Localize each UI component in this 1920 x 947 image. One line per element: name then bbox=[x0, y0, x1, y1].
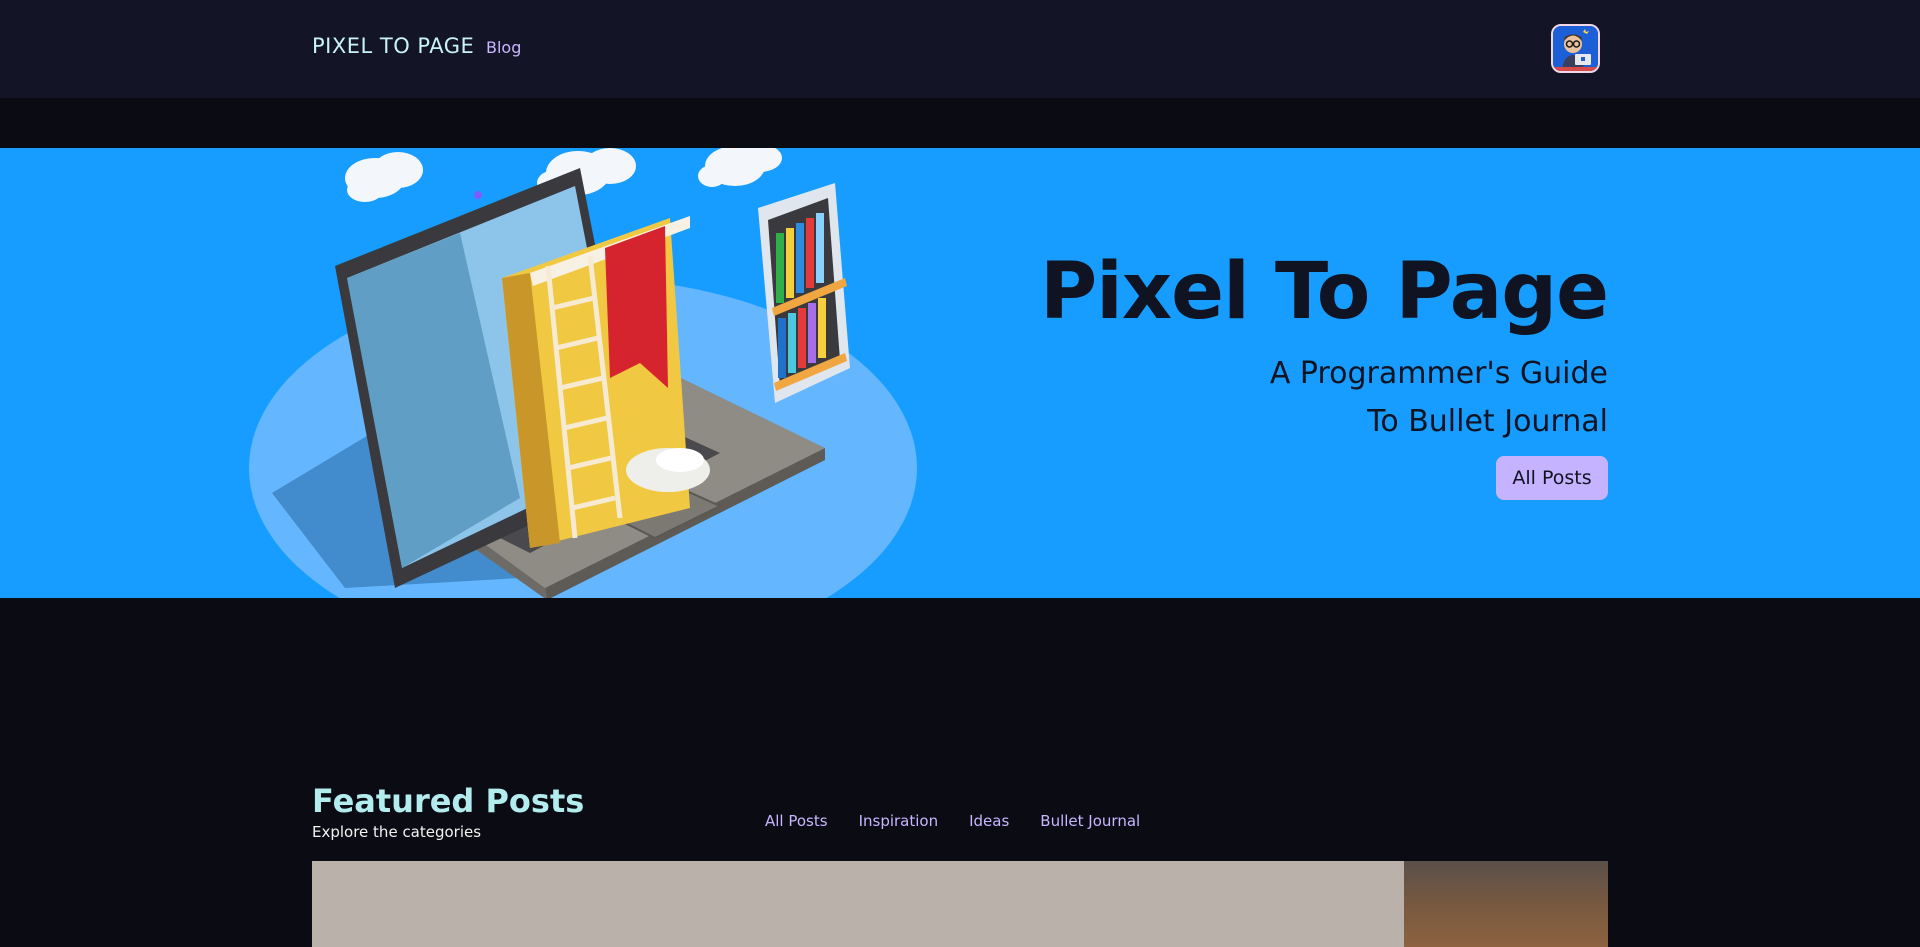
hero-banner: Pixel To Page A Programmer's Guide To Bu… bbox=[0, 148, 1920, 598]
avatar[interactable] bbox=[1551, 24, 1600, 73]
tab-inspiration[interactable]: Inspiration bbox=[859, 812, 939, 830]
laptop-books-phone-illustration bbox=[249, 148, 917, 598]
category-tabs: All Posts Inspiration Ideas Bullet Journ… bbox=[765, 812, 1140, 830]
hero-title: Pixel To Page bbox=[1039, 247, 1609, 337]
hero-subtitle-line-2: To Bullet Journal bbox=[1367, 404, 1608, 439]
tab-all-posts[interactable]: All Posts bbox=[765, 812, 828, 830]
brand-link[interactable]: PIXEL TO PAGE bbox=[312, 34, 474, 58]
featured-posts-title: Featured Posts bbox=[312, 782, 585, 820]
featured-posts-subtitle: Explore the categories bbox=[312, 823, 482, 841]
tab-ideas[interactable]: Ideas bbox=[969, 812, 1009, 830]
tab-bullet-journal[interactable]: Bullet Journal bbox=[1040, 812, 1140, 830]
developer-avatar-icon bbox=[1553, 26, 1598, 71]
all-posts-button[interactable]: All Posts bbox=[1496, 456, 1608, 500]
hero-subtitle: A Programmer's Guide To Bullet Journal bbox=[1270, 350, 1608, 446]
navbar: PIXEL TO PAGE Blog bbox=[0, 0, 1920, 98]
hero-subtitle-line-1: A Programmer's Guide bbox=[1269, 356, 1608, 391]
featured-post-image-side bbox=[1404, 861, 1608, 947]
nav-link-blog[interactable]: Blog bbox=[486, 38, 521, 57]
featured-post-image[interactable] bbox=[312, 861, 1608, 947]
